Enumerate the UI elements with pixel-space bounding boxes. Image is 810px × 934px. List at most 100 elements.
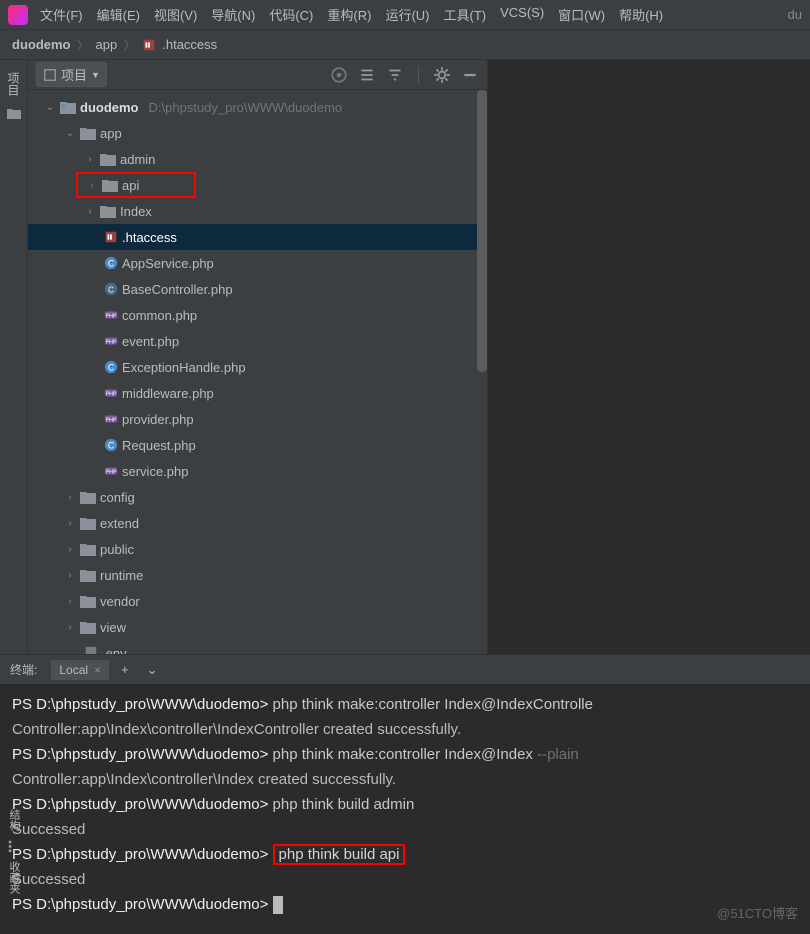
breadcrumb: duodemo 〉 app 〉 .htaccess <box>0 30 810 60</box>
tree-folder-admin[interactable]: › admin <box>28 146 487 172</box>
menu-edit[interactable]: 编辑(E) <box>97 5 140 24</box>
menu-run[interactable]: 运行(U) <box>385 5 429 24</box>
panel-title-dropdown[interactable]: 项目 ▼ <box>36 62 107 87</box>
terminal-tab-local[interactable]: Local × <box>51 660 109 680</box>
tree-file[interactable]: PHPevent.php <box>28 328 487 354</box>
expand-icon[interactable] <box>358 66 376 84</box>
chevron-right-icon[interactable]: › <box>64 596 76 607</box>
tree-label: view <box>100 620 126 635</box>
menu-window[interactable]: 窗口(W) <box>558 5 605 24</box>
svg-text:C: C <box>108 286 114 295</box>
folder-icon <box>80 620 96 634</box>
terminal-tabs: 终端: Local × + ⌄ <box>0 654 810 684</box>
tree-label: vendor <box>100 594 140 609</box>
menu-refactor[interactable]: 重构(R) <box>327 5 371 24</box>
tree-file[interactable]: C Request.php <box>28 432 487 458</box>
collapse-icon[interactable] <box>386 66 404 84</box>
add-terminal-button[interactable]: + <box>115 662 135 677</box>
svg-text:C: C <box>108 259 114 269</box>
tree-label: extend <box>100 516 139 531</box>
tree-file[interactable]: CAppService.php <box>28 250 487 276</box>
menu-nav[interactable]: 导航(N) <box>211 5 255 24</box>
chevron-right-icon[interactable]: › <box>84 206 96 217</box>
svg-text:PHP: PHP <box>106 392 117 398</box>
tree-file[interactable]: PHPservice.php <box>28 458 487 484</box>
close-icon[interactable]: × <box>94 663 101 677</box>
tree-label: api <box>122 178 139 193</box>
tree-label: app <box>100 126 122 141</box>
chevron-right-icon[interactable]: › <box>64 622 76 633</box>
tree-root[interactable]: ⌄ duodemo D:\phpstudy_pro\WWW\duodemo <box>28 94 487 120</box>
menu-help[interactable]: 帮助(H) <box>619 5 663 24</box>
folder-icon[interactable] <box>6 106 22 122</box>
menu-view[interactable]: 视图(V) <box>154 5 197 24</box>
class-icon: C <box>104 256 118 270</box>
env-icon <box>84 646 98 654</box>
main-area: 项目 项目 ▼ ⌄ duodemo D:\phpst <box>0 60 810 654</box>
class-icon: C <box>104 282 118 296</box>
chevron-right-icon[interactable]: › <box>86 180 98 191</box>
chevron-right-icon[interactable]: › <box>64 492 76 503</box>
favorites-tool-label[interactable]: 收藏夹 <box>6 861 22 894</box>
scrollbar[interactable] <box>477 90 487 372</box>
app-icon <box>8 5 28 25</box>
chevron-right-icon[interactable]: › <box>64 544 76 555</box>
menu-vcs[interactable]: VCS(S) <box>500 5 544 24</box>
tree-folder[interactable]: › extend <box>28 510 487 536</box>
tree-label: Request.php <box>122 438 196 453</box>
structure-icon[interactable] <box>7 839 21 853</box>
tree-file[interactable]: PHPcommon.php <box>28 302 487 328</box>
tree-folder[interactable]: ›config <box>28 484 487 510</box>
php-icon: PHP <box>104 308 118 322</box>
project-panel: 项目 ▼ ⌄ duodemo D:\phpstudy_pro\WWW\duode… <box>28 60 488 654</box>
title-hint: du <box>788 7 802 22</box>
breadcrumb-root[interactable]: duodemo <box>12 37 71 52</box>
tree-folder[interactable]: ›runtime <box>28 562 487 588</box>
tree-folder[interactable]: › view <box>28 614 487 640</box>
panel-header: 项目 ▼ <box>28 60 487 90</box>
menu-tools[interactable]: 工具(T) <box>443 5 486 24</box>
svg-text:C: C <box>108 441 114 451</box>
target-icon[interactable] <box>330 66 348 84</box>
menu-code[interactable]: 代码(C) <box>269 5 313 24</box>
structure-tool-label[interactable]: 结构 <box>6 809 22 831</box>
breadcrumb-dir[interactable]: app <box>96 37 118 52</box>
chevron-down-icon[interactable]: ⌄ <box>141 662 164 678</box>
folder-icon <box>80 594 96 608</box>
htaccess-icon <box>142 38 156 52</box>
minimize-icon[interactable] <box>461 66 479 84</box>
tree-folder-app[interactable]: ⌄ app <box>28 120 487 146</box>
tree-file[interactable]: C BaseController.php <box>28 276 487 302</box>
chevron-right-icon[interactable]: › <box>64 518 76 529</box>
terminal-cursor <box>273 896 283 914</box>
chevron-down-icon: ▼ <box>91 70 100 80</box>
chevron-down-icon[interactable]: ⌄ <box>44 102 56 113</box>
terminal-output[interactable]: PS D:\phpstudy_pro\WWW\duodemo> php thin… <box>0 684 810 934</box>
left-toolbar: 项目 <box>0 60 28 654</box>
tree-label: ExceptionHandle.php <box>122 360 246 375</box>
chevron-right-icon[interactable]: › <box>84 154 96 165</box>
tree-label: BaseController.php <box>122 282 233 297</box>
gear-icon[interactable] <box>433 66 451 84</box>
tree-folder-index[interactable]: › Index <box>28 198 487 224</box>
tree-file[interactable]: PHPmiddleware.php <box>28 380 487 406</box>
project-tree[interactable]: ⌄ duodemo D:\phpstudy_pro\WWW\duodemo ⌄ … <box>28 90 487 654</box>
tree-folder[interactable]: › vendor <box>28 588 487 614</box>
module-icon <box>60 100 76 114</box>
menu-file[interactable]: 文件(F) <box>40 5 83 24</box>
chevron-down-icon[interactable]: ⌄ <box>64 128 76 139</box>
tree-file-htaccess[interactable]: .htaccess <box>28 224 487 250</box>
tree-folder-api[interactable]: › api <box>76 172 196 198</box>
tree-label: service.php <box>122 464 188 479</box>
terminal-tab-name: Local <box>59 663 88 677</box>
project-tool-label[interactable]: 项目 <box>5 72 22 96</box>
tree-file-env[interactable]: .env <box>28 640 487 654</box>
svg-text:C: C <box>108 363 114 373</box>
tree-file[interactable]: PHPprovider.php <box>28 406 487 432</box>
tree-folder[interactable]: ›public <box>28 536 487 562</box>
breadcrumb-file[interactable]: .htaccess <box>162 37 217 52</box>
titlebar: 文件(F) 编辑(E) 视图(V) 导航(N) 代码(C) 重构(R) 运行(U… <box>0 0 810 30</box>
tree-file[interactable]: C ExceptionHandle.php <box>28 354 487 380</box>
chevron-right-icon[interactable]: › <box>64 570 76 581</box>
php-icon: PHP <box>104 334 118 348</box>
